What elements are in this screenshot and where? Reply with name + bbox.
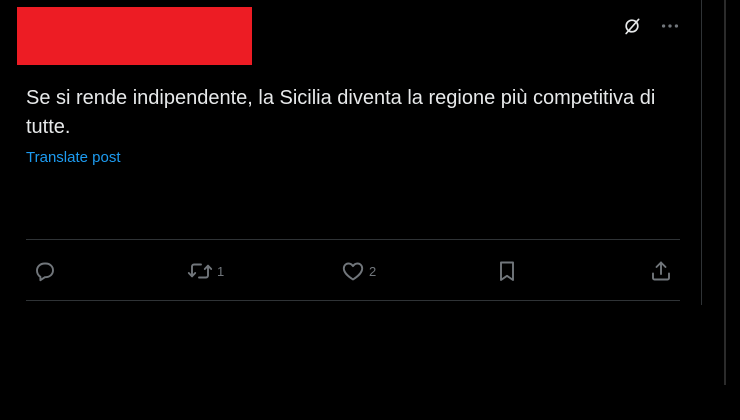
scrollbar[interactable] <box>724 0 726 385</box>
column-border <box>701 0 702 305</box>
translate-post-link[interactable]: Translate post <box>26 148 121 168</box>
divider <box>26 239 680 240</box>
post-actions-bar: 1 2 <box>0 257 700 285</box>
bookmark-icon <box>500 261 514 281</box>
share-icon <box>652 261 670 281</box>
more-icon[interactable] <box>658 14 682 38</box>
like-button[interactable]: 2 <box>341 257 376 285</box>
reply-icon <box>36 262 54 282</box>
redacted-author-header <box>17 7 252 65</box>
reply-button[interactable] <box>33 257 61 285</box>
heart-icon <box>342 262 364 281</box>
post-top-actions <box>620 14 682 38</box>
repost-button[interactable]: 1 <box>187 257 224 285</box>
repost-count: 1 <box>217 263 225 279</box>
share-button[interactable] <box>649 257 673 285</box>
post-card: Se si rende indipendente, la Sicilia div… <box>0 0 700 420</box>
grok-icon[interactable] <box>620 14 644 38</box>
repost-icon <box>187 263 213 279</box>
post-text: Se si rende indipendente, la Sicilia div… <box>26 87 656 138</box>
divider <box>26 300 680 301</box>
bookmark-button[interactable] <box>495 257 519 285</box>
like-count: 2 <box>369 263 377 279</box>
